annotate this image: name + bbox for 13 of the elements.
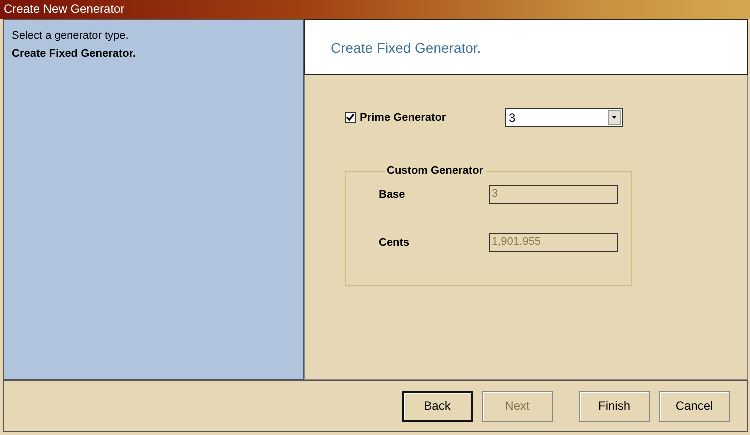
header-title: Create Fixed Generator. xyxy=(331,40,482,56)
wizard-button[interactable]: Back xyxy=(402,390,473,422)
sidebar-item[interactable]: Create Fixed Generator. xyxy=(12,48,295,60)
wizard-button[interactable]: Finish xyxy=(579,390,650,422)
field-label: Cents xyxy=(379,236,411,248)
prime-dropdown[interactable]: 3 xyxy=(505,108,623,127)
window-title: Create New Generator xyxy=(4,2,125,16)
sidebar-prompt: Select a generator type. xyxy=(12,30,130,42)
wizard-button[interactable]: Cancel xyxy=(659,390,730,422)
checkbox-icon[interactable] xyxy=(345,112,356,123)
field-label: Base xyxy=(379,188,406,200)
prime-checkbox[interactable]: Prime Generator xyxy=(345,112,505,124)
group-title: Custom Generator xyxy=(386,165,485,177)
